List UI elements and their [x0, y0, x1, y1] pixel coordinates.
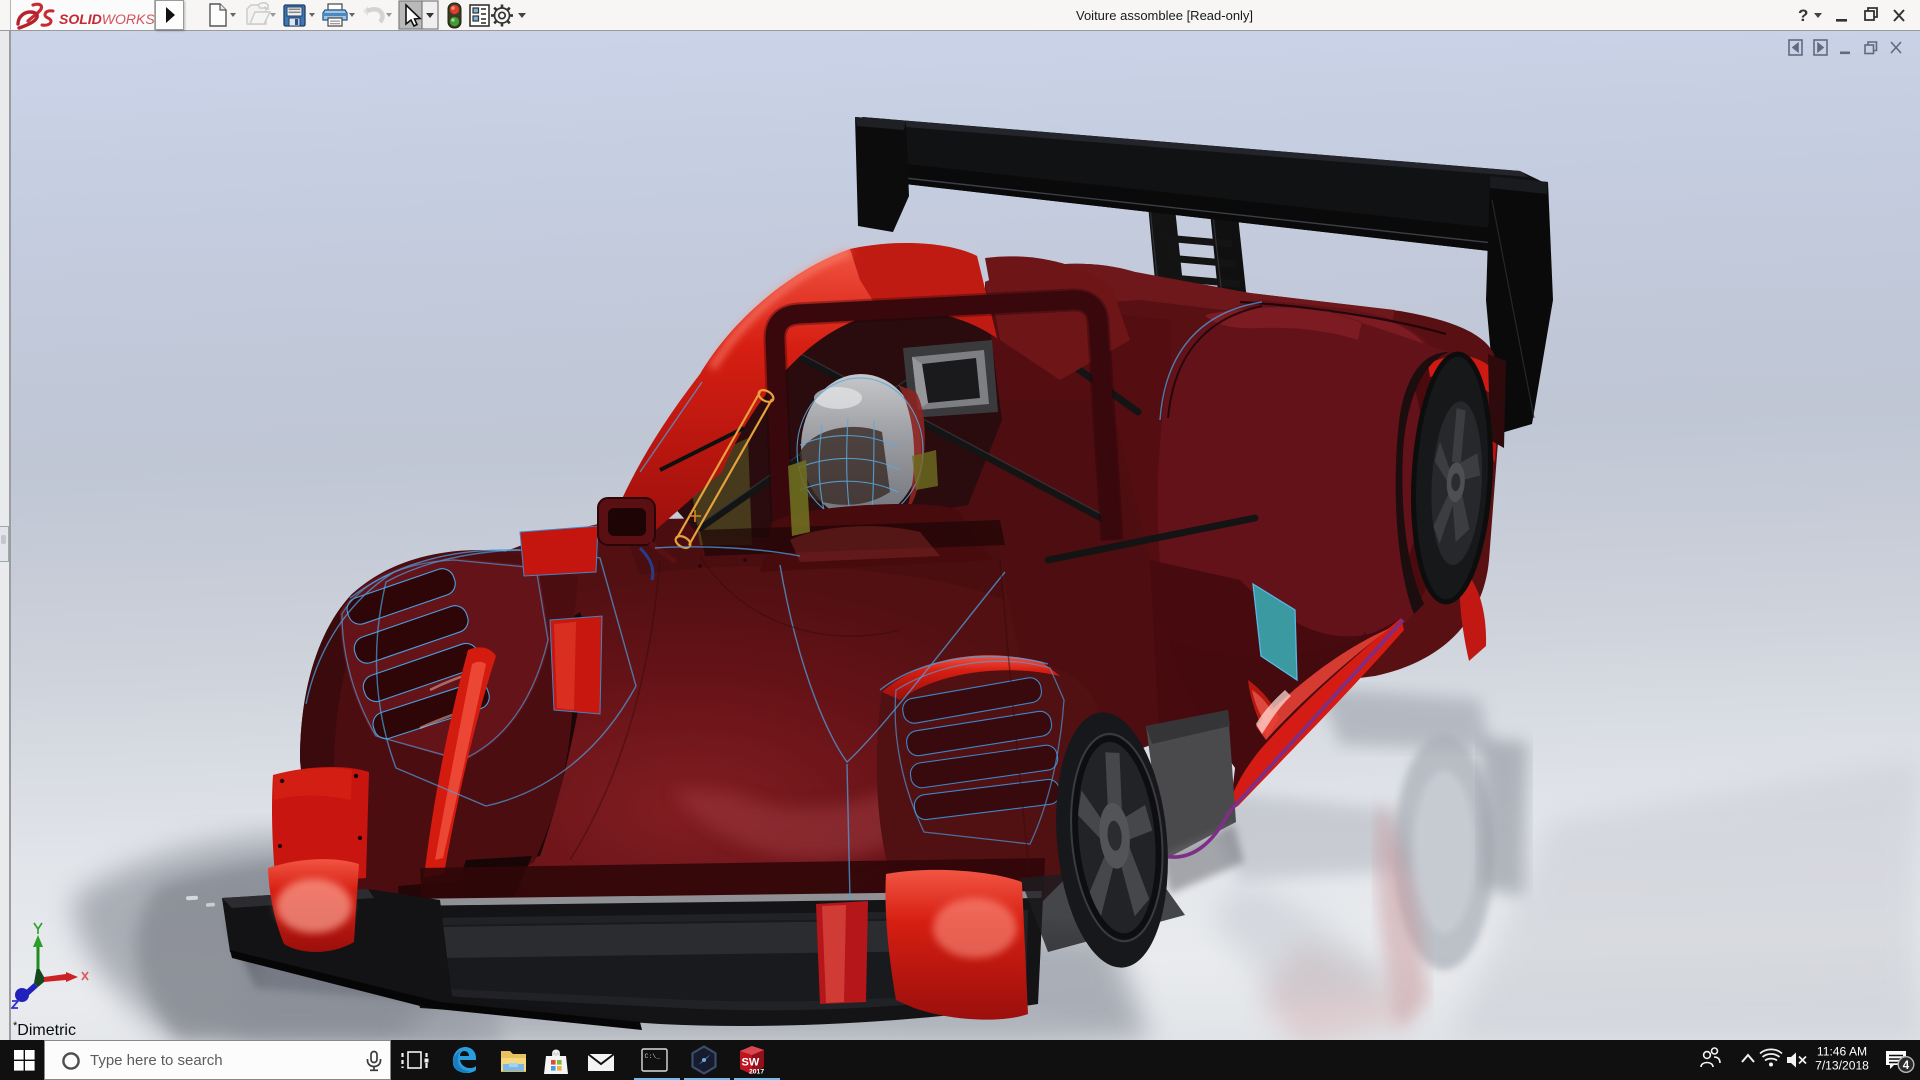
svg-text:?: ?: [1798, 6, 1808, 25]
svg-text:7/13/2018: 7/13/2018: [1815, 1059, 1869, 1073]
svg-text:SOLIDWORKS: SOLIDWORKS: [59, 11, 154, 27]
svg-text:2017: 2017: [749, 1069, 764, 1076]
svg-text:C:\_: C:\_: [645, 1053, 661, 1060]
svg-text:4: 4: [1903, 1060, 1910, 1072]
svg-text:11:46 AM: 11:46 AM: [1817, 1045, 1867, 1059]
svg-text:SW: SW: [742, 1057, 760, 1069]
